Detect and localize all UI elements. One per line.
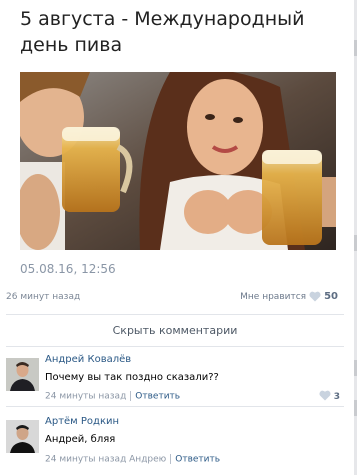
comment-author[interactable]: Артём Родкин [45,416,119,427]
like-button[interactable]: Мне нравится 50 [240,291,338,302]
comment-time: 24 минуты назад [45,391,127,402]
comment-time: 24 минуты назад Андрею [45,454,167,465]
post-photo[interactable] [20,72,336,250]
heart-icon [319,390,331,404]
separator [130,391,132,401]
heart-icon [309,291,321,302]
like-count: 50 [324,291,338,302]
post-title: 5 августа - Международный день пива [20,8,305,56]
comment-author[interactable]: Андрей Ковалёв [45,354,131,365]
divider [6,346,344,347]
post-meta-row: 26 минут назад Мне нравится 50 [0,291,350,308]
comment-item: Андрей Ковалёв Почему вы так поздно сказ… [6,352,344,404]
post-time-ago: 26 минут назад [6,292,81,302]
reply-link[interactable]: Ответить [135,392,180,402]
post-card: 5 августа - Международный день пива 05.0… [6,0,350,292]
comment-like-count: 3 [333,392,340,402]
divider [6,406,344,407]
comment-like-button[interactable]: 3 [319,390,340,404]
photo-illustration [20,72,336,250]
comment-footer: 24 минуты назад Ответить [45,391,180,402]
hide-comments-link[interactable]: Скрыть комментарии [0,324,350,337]
post-date: 05.08.16, 12:56 [20,262,116,276]
comment-text: Почему вы так поздно сказали?? [45,372,219,383]
comment-text: Андрей, бляя [45,434,116,445]
reply-link[interactable]: Ответить [175,455,220,465]
separator [170,454,172,464]
divider [6,314,344,315]
avatar[interactable] [6,420,39,453]
avatar[interactable] [6,358,39,391]
comment-item: Артём Родкин Андрей, бляя 24 минуты наза… [6,412,344,470]
comment-footer: 24 минуты назад Андрею Ответить [45,454,220,465]
like-label: Мне нравится [240,291,307,302]
